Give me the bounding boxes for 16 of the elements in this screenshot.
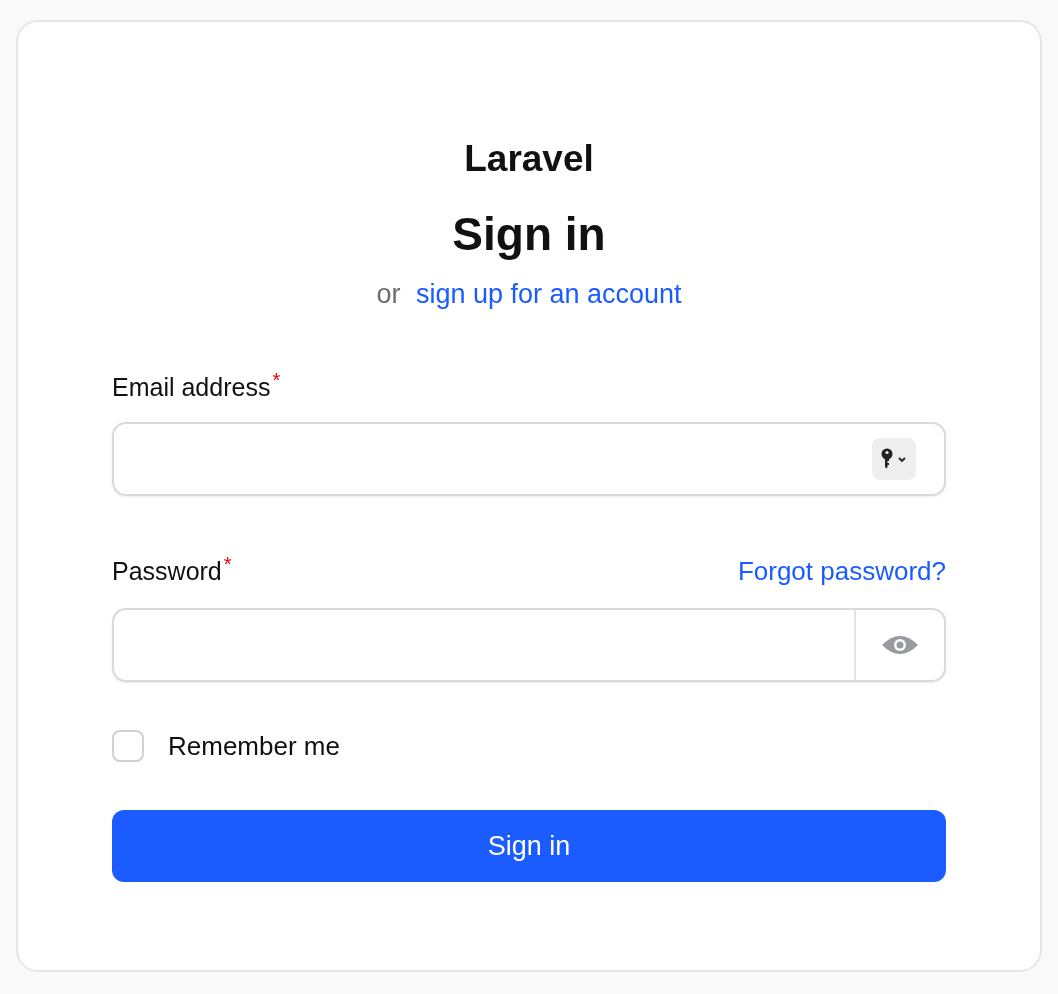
remember-label: Remember me (168, 730, 340, 762)
password-manager-icon[interactable] (872, 438, 916, 480)
logo-text: Laravel (463, 137, 595, 181)
password-field[interactable] (112, 608, 946, 682)
email-field[interactable] (112, 422, 946, 496)
field-label: Password (112, 556, 222, 587)
remember-checkbox[interactable] (112, 730, 144, 762)
eye-icon (881, 633, 919, 657)
sign-in-button[interactable]: Sign in (112, 810, 946, 882)
signup-link[interactable]: sign up for an account (415, 279, 682, 309)
required-mark: * (223, 554, 232, 574)
required-mark: * (272, 370, 281, 390)
page-title: Sign in (451, 207, 607, 262)
field-label: Email address (112, 372, 271, 403)
forgot-password-link[interactable]: Forgot password? (737, 554, 946, 588)
subtitle-text: or (376, 279, 401, 309)
